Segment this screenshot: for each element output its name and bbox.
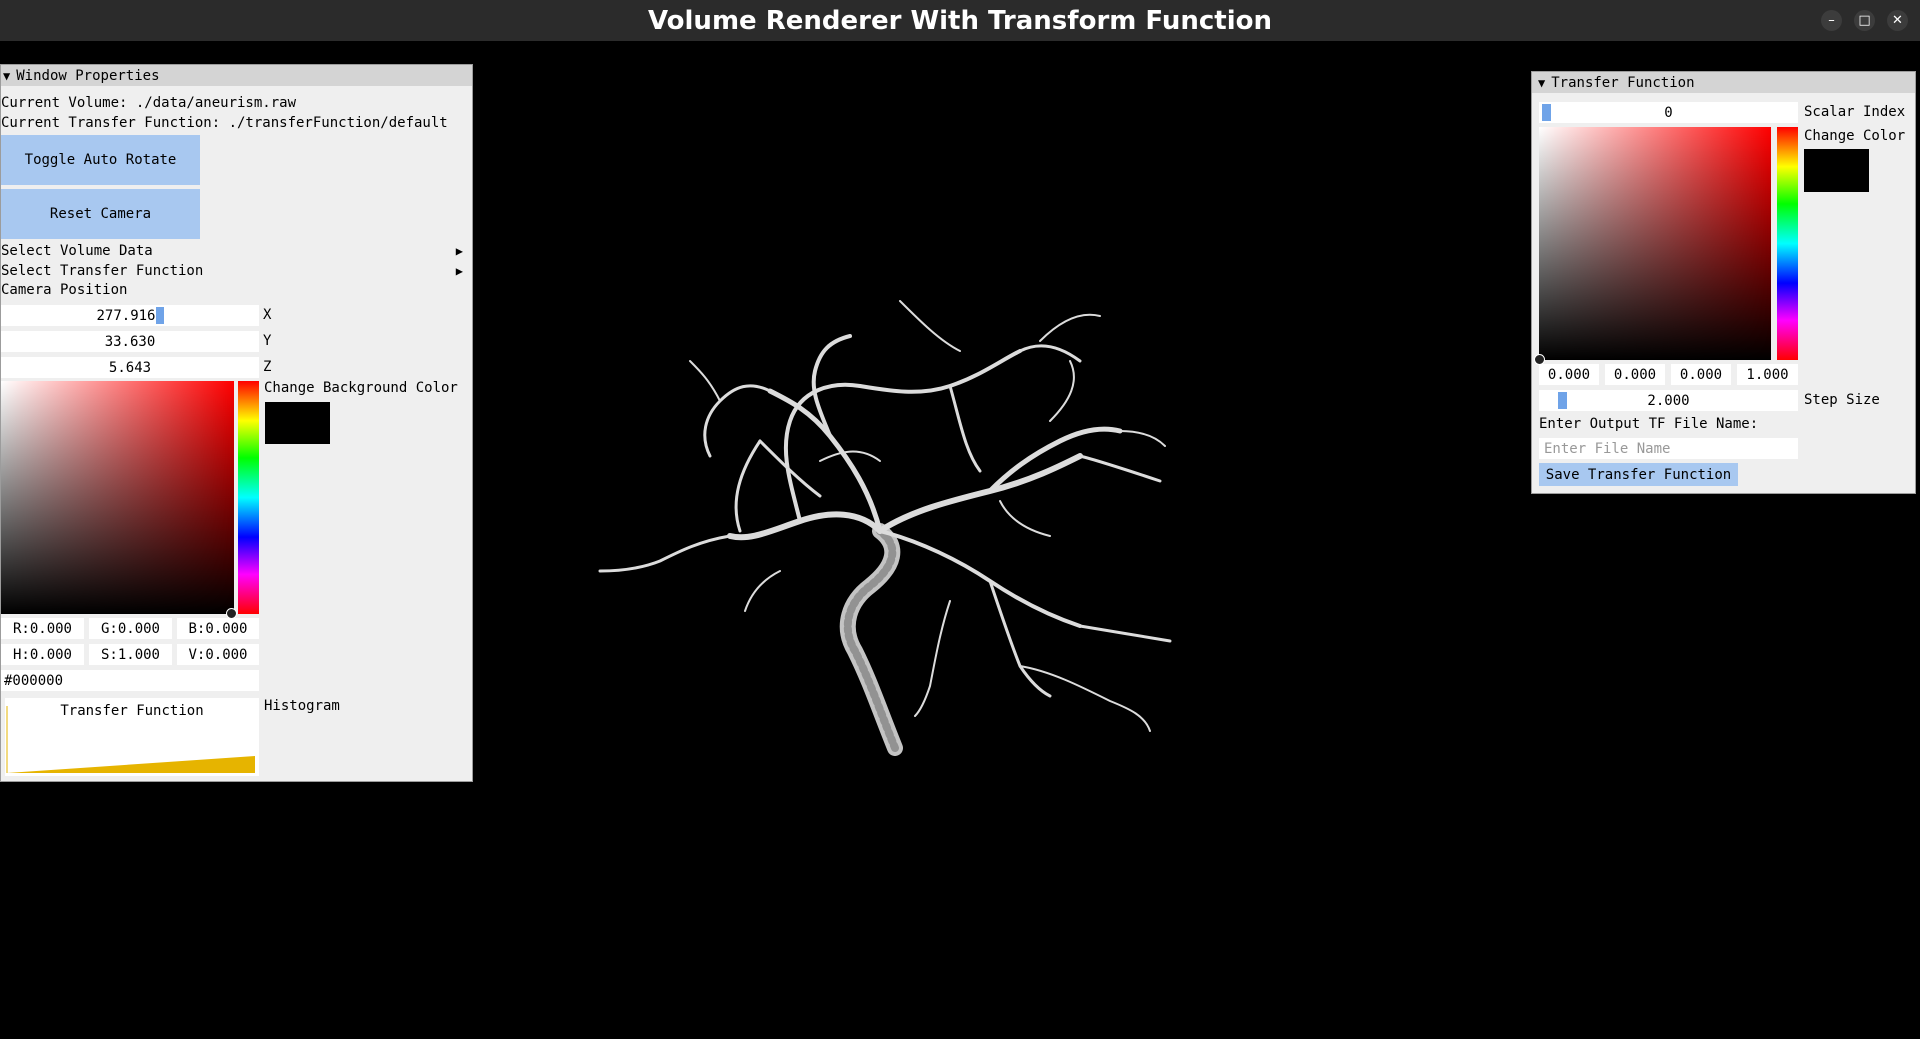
- camera-x-label: X: [263, 307, 272, 323]
- step-size-value: 2.000: [1647, 392, 1690, 409]
- tf-hue-slider[interactable]: [1777, 127, 1798, 360]
- toggle-auto-rotate-button[interactable]: Toggle Auto Rotate: [1, 135, 200, 185]
- saturation-field[interactable]: S:1.000: [89, 644, 172, 665]
- panel-title: Window Properties: [16, 67, 160, 84]
- output-file-label: Enter Output TF File Name:: [1539, 416, 1759, 432]
- camera-y-field[interactable]: 33.630: [1, 331, 259, 352]
- panel-header[interactable]: ▼ Window Properties: [1, 65, 472, 86]
- slider-grab[interactable]: [1542, 104, 1551, 121]
- tf-green-field[interactable]: 0.000: [1605, 364, 1665, 385]
- camera-y-value: 33.630: [104, 333, 156, 350]
- green-field[interactable]: G:0.000: [89, 618, 172, 639]
- saturation-value-picker[interactable]: [1, 381, 234, 614]
- tf-red-field[interactable]: 0.000: [1539, 364, 1599, 385]
- collapse-arrow-icon[interactable]: ▼: [1538, 76, 1545, 90]
- current-volume-text: Current Volume: ./data/aneurism.raw: [1, 95, 297, 111]
- camera-z-field[interactable]: 5.643: [1, 357, 259, 378]
- submenu-arrow-icon: ▶: [455, 264, 463, 278]
- value-field[interactable]: V:0.000: [177, 644, 259, 665]
- step-size-label: Step Size: [1804, 392, 1880, 408]
- file-name-input[interactable]: Enter File Name: [1539, 438, 1798, 459]
- hex-field[interactable]: #000000: [1, 670, 259, 691]
- tf-plot-graph: [6, 706, 255, 773]
- current-tf-text: Current Transfer Function: ./transferFun…: [1, 115, 448, 131]
- tf-saturation-value-picker[interactable]: [1539, 127, 1771, 360]
- tf-alpha-field[interactable]: 1.000: [1737, 364, 1798, 385]
- camera-y-label: Y: [263, 333, 272, 349]
- title-bar: Volume Renderer With Transform Function …: [0, 0, 1920, 41]
- select-volume-label: Select Volume Data: [1, 243, 153, 259]
- maximize-icon[interactable]: □: [1854, 10, 1875, 31]
- camera-z-value: 5.643: [108, 359, 152, 376]
- step-size-slider[interactable]: 2.000: [1539, 390, 1798, 411]
- tf-color-swatch[interactable]: [1804, 149, 1869, 192]
- collapse-arrow-icon[interactable]: ▼: [3, 69, 10, 83]
- text-caret: [155, 307, 164, 324]
- slider-grab[interactable]: [1558, 392, 1567, 409]
- minimize-icon[interactable]: –: [1821, 10, 1842, 31]
- save-transfer-function-button[interactable]: Save Transfer Function: [1539, 463, 1738, 486]
- window-properties-panel: ▼ Window Properties Current Volume: ./da…: [0, 64, 473, 782]
- select-tf-label: Select Transfer Function: [1, 263, 204, 279]
- camera-position-label: Camera Position: [1, 282, 128, 298]
- camera-z-label: Z: [263, 359, 272, 375]
- histogram-label: Histogram: [264, 698, 340, 714]
- hue-field[interactable]: H:0.000: [1, 644, 84, 665]
- tf-blue-field[interactable]: 0.000: [1671, 364, 1731, 385]
- camera-x-field[interactable]: 277.916: [1, 305, 259, 326]
- select-volume-menu[interactable]: Select Volume Data ▶: [1, 241, 471, 261]
- submenu-arrow-icon: ▶: [455, 244, 463, 258]
- blue-field[interactable]: B:0.000: [177, 618, 259, 639]
- window-title: Volume Renderer With Transform Function: [647, 5, 1273, 36]
- window-controls: – □ ✕: [1821, 10, 1908, 31]
- scalar-index-slider[interactable]: 0: [1539, 102, 1798, 123]
- close-icon[interactable]: ✕: [1887, 10, 1908, 31]
- hue-slider[interactable]: [238, 381, 259, 614]
- bg-color-label: Change Background Color: [264, 380, 458, 396]
- bg-color-swatch[interactable]: [265, 402, 330, 444]
- scalar-index-label: Scalar Index: [1804, 104, 1906, 120]
- panel-header[interactable]: ▼ Transfer Function: [1532, 72, 1915, 93]
- scalar-index-value: 0: [1664, 104, 1673, 121]
- transfer-function-plot[interactable]: Transfer Function: [5, 698, 259, 776]
- transfer-function-panel: ▼ Transfer Function 0 Scalar Index Chang…: [1531, 71, 1916, 494]
- panel-title: Transfer Function: [1551, 74, 1695, 91]
- red-field[interactable]: R:0.000: [1, 618, 84, 639]
- camera-x-value: 277.916: [96, 307, 156, 324]
- select-tf-menu[interactable]: Select Transfer Function ▶: [1, 261, 471, 281]
- reset-camera-button[interactable]: Reset Camera: [1, 189, 200, 239]
- change-color-label: Change Color: [1804, 128, 1906, 144]
